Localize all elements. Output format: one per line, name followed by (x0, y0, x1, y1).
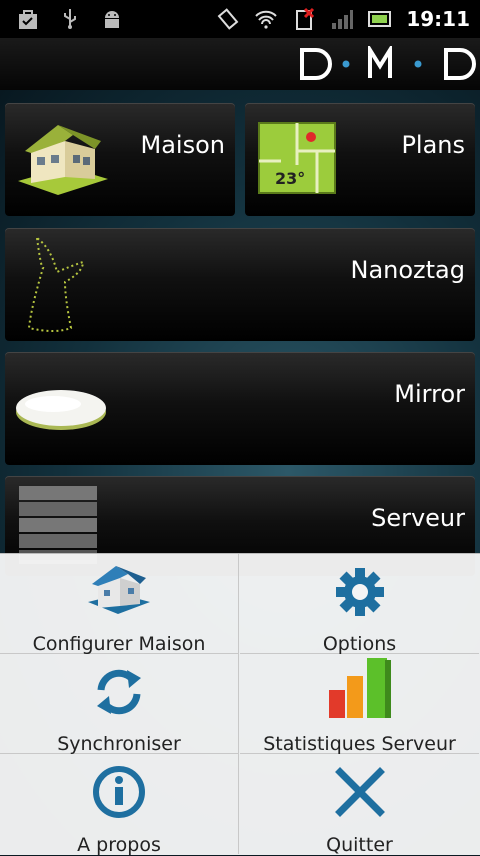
android-debug-icon (105, 11, 119, 28)
menu-label-configurer-maison: Configurer Maison (32, 633, 206, 655)
gear-icon (335, 568, 384, 616)
sync-icon (97, 669, 141, 715)
no-sim-icon (296, 7, 315, 30)
tile-maison[interactable]: Maison (5, 103, 235, 216)
tile-label-maison: Maison (140, 131, 225, 159)
tile-plans[interactable]: 23° Plans (245, 103, 475, 216)
dmd-logo (300, 46, 476, 80)
menu-item-quitter[interactable]: Quitter (240, 754, 479, 856)
nanoztag-icon (27, 237, 85, 332)
house-icon (18, 125, 108, 195)
tile-mirror[interactable]: Mirror (5, 352, 475, 465)
status-bar: 19:11 (0, 0, 480, 38)
status-time: 19:11 (406, 7, 470, 31)
menu-label-options: Options (322, 633, 397, 655)
tile-label-nanoztag: Nanoztag (350, 256, 465, 284)
options-menu: Configurer Maison Options Synchroniser S… (0, 553, 480, 856)
app-bar (0, 38, 480, 91)
menu-item-options[interactable]: Options (240, 554, 479, 655)
vibrate-icon (217, 8, 239, 30)
tile-label-mirror: Mirror (394, 380, 465, 408)
menu-item-synchroniser[interactable]: Synchroniser (0, 654, 239, 755)
tile-label-plans: Plans (401, 131, 465, 159)
menu-item-a-propos[interactable]: A propos (0, 754, 239, 856)
menu-label-synchroniser: Synchroniser (57, 733, 181, 755)
menu-label-a-propos: A propos (77, 834, 161, 856)
tile-nanoztag[interactable]: Nanoztag (5, 228, 475, 341)
menu-label-quitter: Quitter (326, 834, 393, 856)
mirror-icon (16, 390, 106, 430)
wifi-icon (255, 10, 278, 29)
plan-temperature: 23° (275, 169, 306, 188)
bar-stats-icon (328, 658, 391, 718)
info-icon (93, 766, 145, 818)
battery-icon (368, 11, 392, 27)
menu-item-statistiques-serveur[interactable]: Statistiques Serveur (240, 654, 479, 755)
menu-item-configurer-maison[interactable]: Configurer Maison (0, 554, 239, 655)
usb-icon (64, 9, 76, 29)
signal-icon (332, 10, 354, 29)
shopping-bag-notification-icon (19, 10, 37, 29)
house-config-icon (88, 566, 150, 614)
close-icon (334, 767, 385, 817)
menu-label-statistiques-serveur: Statistiques Serveur (263, 733, 456, 755)
tile-label-serveur: Serveur (371, 504, 465, 532)
